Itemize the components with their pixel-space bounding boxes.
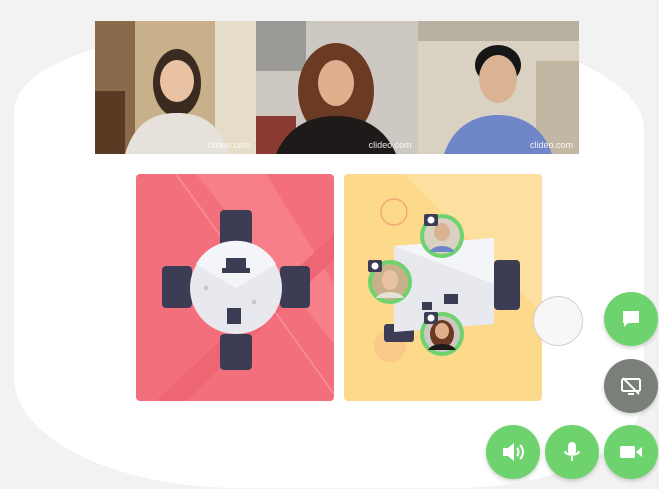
seat-avatar-3[interactable] xyxy=(420,312,464,356)
chat-button[interactable] xyxy=(604,292,658,346)
speaker-button[interactable] xyxy=(486,425,540,479)
screen-share-button[interactable] xyxy=(604,359,658,413)
seat-avatar-2[interactable] xyxy=(368,260,412,304)
room-floorplan-2 xyxy=(344,174,542,401)
microphone-icon xyxy=(564,442,580,461)
seat-avatar-1[interactable] xyxy=(420,214,464,258)
room-table-1[interactable] xyxy=(136,174,334,401)
video-camera-icon xyxy=(620,446,642,458)
watermark: clideo.com xyxy=(207,140,251,150)
room-floorplan-1 xyxy=(136,174,334,401)
video-feed-1[interactable]: clideo.com xyxy=(95,21,257,154)
microphone-button[interactable] xyxy=(545,425,599,479)
camera-button[interactable] xyxy=(604,425,658,479)
video-feed-2[interactable]: clideo.com xyxy=(256,21,418,154)
video-feed-3[interactable]: clideo.com xyxy=(417,21,579,154)
chat-bubble-icon xyxy=(623,311,639,327)
participant-video-2 xyxy=(256,21,418,154)
screen-share-off-icon xyxy=(621,377,641,395)
speaker-icon xyxy=(503,443,524,461)
video-strip: clideo.com clideo.com clideo.com xyxy=(95,21,579,154)
watermark: clideo.com xyxy=(368,140,412,150)
participant-video-3 xyxy=(417,21,579,154)
watermark: clideo.com xyxy=(529,140,573,150)
participant-video-1 xyxy=(95,21,257,154)
room-table-2[interactable] xyxy=(344,174,542,401)
empty-seat-indicator xyxy=(533,296,583,346)
